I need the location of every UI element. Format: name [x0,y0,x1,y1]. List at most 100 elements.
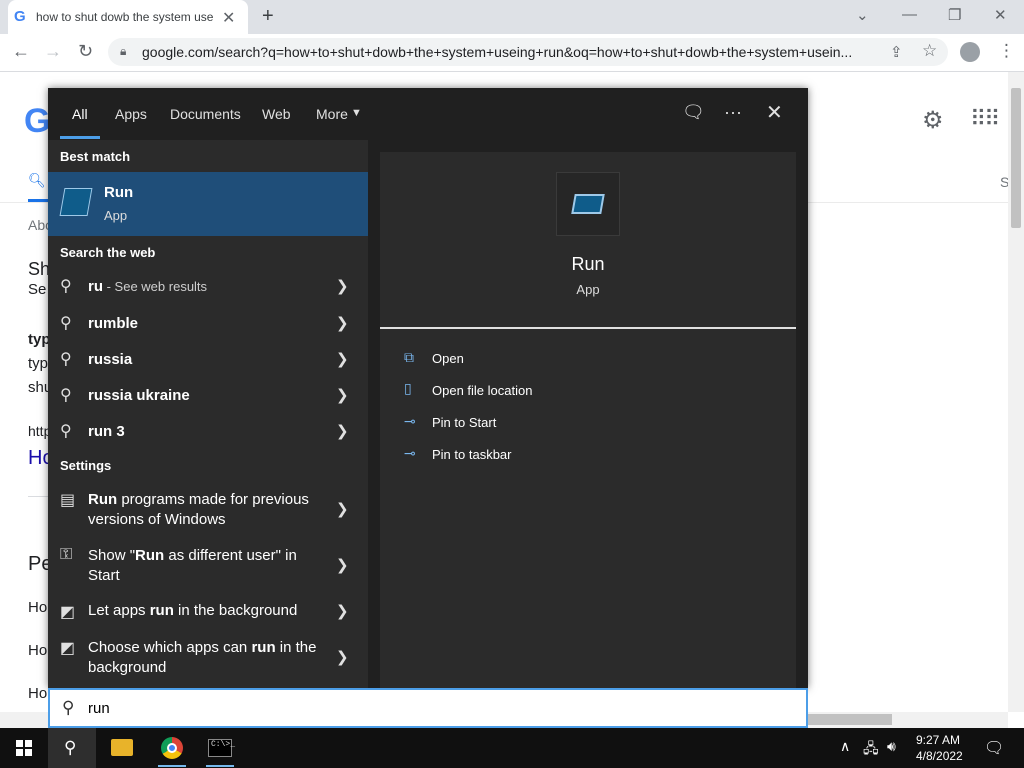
question-fragment[interactable]: Ho [28,642,47,659]
chevron-right-icon: ❯ [336,501,349,518]
running-indicator [206,765,234,767]
command-prompt-glyph: C:\>_ [211,740,236,749]
chevron-right-icon: ❯ [336,278,349,295]
vertical-scroll-thumb[interactable] [1011,88,1021,228]
more-dropdown-icon[interactable]: ▼ [351,107,362,119]
chevron-right-icon: ❯ [336,423,349,440]
settings-gear-icon[interactable]: ⚙ [922,106,944,135]
search-icon: ⚲ [60,423,72,440]
chevron-right-icon: ❯ [336,387,349,404]
action-open-label: Open [432,351,464,366]
horizontal-scroll-thumb[interactable] [808,714,892,725]
tab-search-chevron-icon[interactable]: ⌄ [856,6,869,24]
action-pin-to-start-label: Pin to Start [432,415,497,430]
search-icon: ⚲ [62,698,75,717]
tab-more[interactable]: More [316,106,348,122]
window-close-icon[interactable]: ✕ [994,6,1007,24]
web-result-text: russia [88,351,133,368]
action-open-file-location-label: Open file location [432,383,533,398]
best-match-result[interactable] [48,172,368,236]
chrome-menu-icon[interactable]: ⋮ [998,41,1015,61]
snippet-fragment: typ [28,355,49,372]
tab-web[interactable]: Web [262,106,291,122]
search-icon: ⚲ [60,351,72,368]
reload-icon[interactable]: ↻ [78,41,93,62]
google-apps-icon[interactable]: ⠿⠿ [970,106,1000,132]
web-result-text: ru - See web results [88,278,208,295]
bookmark-star-icon[interactable]: ☆ [922,41,937,61]
windows-logo-icon [16,740,32,756]
close-icon[interactable]: ✕ [766,100,783,125]
section-search-web: Search the web [60,245,156,260]
search-icon[interactable]: 🔍︎ [28,172,46,189]
volume-icon[interactable]: 🔊︎ [887,738,896,755]
minimize-icon[interactable]: — [902,6,917,23]
web-result-text: russia ukraine [88,387,190,404]
section-settings: Settings [60,458,112,473]
search-icon: ⚲ [60,278,72,295]
chevron-right-icon: ❯ [336,315,349,332]
tab-close-icon[interactable]: ✕ [222,8,235,28]
tab-title: how to shut dowb the system use [36,10,214,24]
tray-expand-chevron-icon[interactable]: ∧ [840,738,850,755]
chevron-right-icon: ❯ [336,557,349,574]
chevron-right-icon: ❯ [336,603,349,620]
start-settings-icon: ⚿ [60,546,73,563]
google-logo[interactable]: G [24,102,50,141]
network-icon[interactable]: 🖧︎ [863,738,879,762]
search-icon: ⚲ [60,315,72,332]
clock-time[interactable]: 9:27 AM [916,733,960,747]
web-result-text: run 3 [88,423,125,440]
pin-icon: ⊸ [404,445,416,461]
web-result-text: rumble [88,315,139,332]
tab-all[interactable]: All [72,106,88,122]
forward-icon[interactable]: → [44,41,62,62]
background-apps-icon: ◩ [60,640,76,657]
settings-result-text: Let apps run in the background [88,602,298,619]
open-icon: ⧉ [404,349,414,365]
best-match-subtitle: App [104,208,128,223]
run-app-icon [59,188,93,216]
action-pin-to-taskbar-label: Pin to taskbar [432,447,512,462]
tab-apps[interactable]: Apps [115,106,147,122]
search-icon: ⚲ [64,738,77,757]
new-tab-icon[interactable]: + [262,5,274,28]
section-best-match: Best match [60,149,131,164]
active-tab-underline [60,136,100,139]
settings-result-text: Run programs made for previous versions … [88,491,309,528]
restore-icon[interactable]: ❐ [948,6,961,24]
clock-date[interactable]: 4/8/2022 [916,749,963,763]
background-apps-icon: ◩ [60,604,76,621]
share-icon[interactable]: ⇪ [890,43,903,61]
settings-result-text: Show "Run as different user" in Start [88,547,297,584]
question-fragment[interactable]: Ho [28,599,47,616]
chevron-right-icon: ❯ [336,351,349,368]
notification-icon[interactable]: 🗨︎ [984,738,1004,758]
question-fragment[interactable]: Ho [28,685,47,702]
running-indicator [158,765,186,767]
search-query-text[interactable]: run [88,700,110,717]
pin-icon: ⊸ [404,413,416,429]
detail-subtitle: App [576,282,600,297]
lock-icon[interactable]: 🔒︎ [120,44,126,59]
profile-avatar-icon[interactable] [960,42,980,62]
feedback-icon[interactable]: 🗨︎ [682,102,705,123]
tab-documents[interactable]: Documents [170,106,241,122]
chrome-icon-center [167,743,177,753]
url-text[interactable]: google.com/search?q=how+to+shut+dowb+the… [142,44,882,60]
settings-result-text: Choose which apps can run in the backgro… [88,639,317,676]
divider [28,496,48,497]
best-match-title: Run [104,184,134,201]
detail-divider [380,327,796,329]
options-ellipsis-icon[interactable]: ··· [724,102,742,123]
google-favicon-icon: G [14,8,26,25]
chevron-right-icon: ❯ [336,649,349,666]
snippet-fragment: Se [28,281,47,298]
back-icon[interactable]: ← [12,41,30,62]
file-location-icon: ▯ [404,380,412,396]
file-explorer-icon[interactable] [111,739,133,756]
search-input[interactable] [48,688,808,728]
run-app-icon [571,194,605,214]
compatibility-icon: ▤ [60,492,76,509]
search-icon: ⚲ [60,387,72,404]
